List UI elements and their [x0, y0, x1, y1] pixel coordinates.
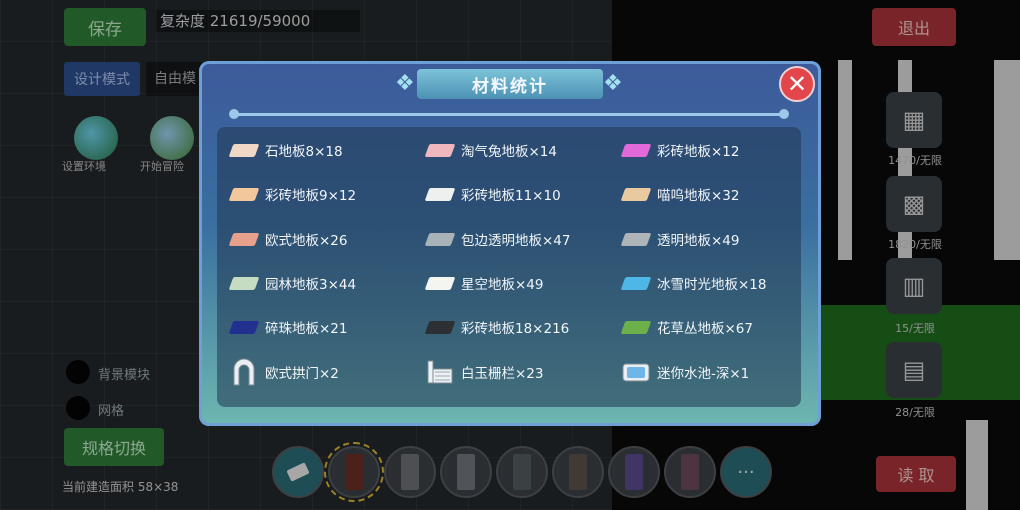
- dialog-title: 材料统计: [417, 69, 603, 99]
- material-item-label: 园林地板3×44: [265, 277, 357, 293]
- floor-tile-icon: [228, 224, 260, 254]
- floor-tile-icon: [424, 224, 456, 254]
- divider-dot: [779, 109, 789, 119]
- floor-tile-icon: [424, 135, 456, 165]
- floor-tile-icon: [228, 135, 260, 165]
- material-item-label: 彩砖地板×12: [657, 144, 740, 160]
- floor-tile-icon: [620, 135, 652, 165]
- material-item-label: 冰雪时光地板×18: [657, 277, 767, 293]
- floor-tile-icon: [228, 268, 260, 298]
- floor-tile-icon: [620, 224, 652, 254]
- material-item-label: 欧式地板×26: [265, 233, 348, 249]
- floor-tile-swatch: [424, 232, 456, 246]
- floor-tile-swatch: [424, 143, 456, 157]
- pool-icon: [621, 357, 651, 387]
- material-list: 石地板8×18 淘气兔地板×14 彩砖地板×12 彩砖地板9×12 彩砖地板11×10 喵…: [217, 127, 801, 407]
- material-item: 彩砖地板9×12: [228, 179, 357, 209]
- floor-tile-swatch: [424, 187, 456, 201]
- floor-tile-swatch: [620, 320, 652, 334]
- material-stats-dialog: ❖ 材料统计 ❖ ✕ 石地板8×18 淘气兔地板×14 彩砖地板×12 彩砖地板9×1…: [199, 61, 821, 426]
- material-item-label: 花草丛地板×67: [657, 321, 753, 337]
- material-item: 彩砖地板18×216: [424, 312, 570, 342]
- floor-tile-swatch: [620, 232, 652, 246]
- title-ornament-right-icon: ❖: [603, 71, 623, 96]
- material-item-label: 彩砖地板11×10: [461, 188, 561, 204]
- floor-tile-icon: [620, 312, 652, 342]
- material-item-label: 彩砖地板18×216: [461, 321, 570, 337]
- material-item-label: 彩砖地板9×12: [265, 188, 357, 204]
- material-item-label: 碎珠地板×21: [265, 321, 348, 337]
- material-item: 白玉栅栏×23: [425, 357, 544, 387]
- close-button[interactable]: ✕: [779, 66, 815, 102]
- material-item: 淘气兔地板×14: [424, 135, 557, 165]
- material-item-label: 包边透明地板×47: [461, 233, 571, 249]
- floor-tile-swatch: [228, 187, 260, 201]
- floor-tile-icon: [228, 312, 260, 342]
- floor-tile-icon: [424, 312, 456, 342]
- material-item: 欧式拱门×2: [229, 357, 339, 387]
- material-item: 欧式地板×26: [228, 224, 348, 254]
- floor-tile-swatch: [424, 320, 456, 334]
- arch-door-icon: [229, 357, 259, 387]
- floor-tile-icon: [620, 179, 652, 209]
- floor-tile-swatch: [228, 143, 260, 157]
- floor-tile-swatch: [228, 276, 260, 290]
- material-item: 喵呜地板×32: [620, 179, 740, 209]
- material-item-label: 淘气兔地板×14: [461, 144, 557, 160]
- material-item: 花草丛地板×67: [620, 312, 753, 342]
- material-item-label: 透明地板×49: [657, 233, 740, 249]
- material-item: 彩砖地板×12: [620, 135, 740, 165]
- divider: [233, 113, 785, 116]
- material-item: 星空地板×49: [424, 268, 544, 298]
- floor-tile-swatch: [228, 320, 260, 334]
- fence-icon: [425, 357, 455, 387]
- floor-tile-swatch: [620, 143, 652, 157]
- material-item-label: 迷你水池-深×1: [657, 366, 750, 382]
- floor-tile-swatch: [620, 276, 652, 290]
- material-item: 透明地板×49: [620, 224, 740, 254]
- material-item-label: 石地板8×18: [265, 144, 343, 160]
- material-item-label: 喵呜地板×32: [657, 188, 740, 204]
- floor-tile-icon: [620, 268, 652, 298]
- material-item: 彩砖地板11×10: [424, 179, 561, 209]
- title-ornament-left-icon: ❖: [395, 71, 415, 96]
- floor-tile-icon: [424, 179, 456, 209]
- material-item: 园林地板3×44: [228, 268, 357, 298]
- floor-tile-swatch: [228, 232, 260, 246]
- material-item: 包边透明地板×47: [424, 224, 571, 254]
- floor-tile-icon: [228, 179, 260, 209]
- material-item-label: 欧式拱门×2: [265, 366, 339, 382]
- floor-tile-swatch: [620, 187, 652, 201]
- material-item: 迷你水池-深×1: [621, 357, 749, 387]
- material-item-label: 白玉栅栏×23: [461, 366, 544, 382]
- material-item: 碎珠地板×21: [228, 312, 348, 342]
- material-item-label: 星空地板×49: [461, 277, 544, 293]
- floor-tile-icon: [424, 268, 456, 298]
- material-item: 石地板8×18: [228, 135, 343, 165]
- material-item: 冰雪时光地板×18: [620, 268, 767, 298]
- floor-tile-swatch: [424, 276, 456, 290]
